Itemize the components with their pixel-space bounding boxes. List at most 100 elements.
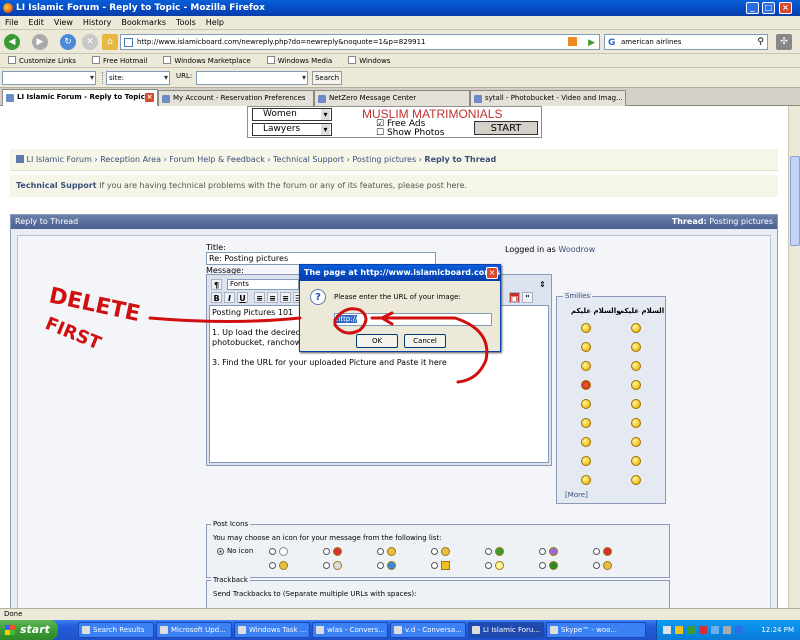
icon-radio[interactable]	[377, 562, 384, 569]
network-icon[interactable]	[735, 626, 743, 634]
menu-help[interactable]: Help	[201, 16, 229, 30]
icon-radio[interactable]	[539, 548, 546, 555]
align-center-icon[interactable]: ≡	[267, 292, 278, 303]
forum-home-icon[interactable]	[16, 155, 24, 163]
cancel-button[interactable]: Cancel	[404, 334, 446, 348]
url-combo[interactable]	[196, 71, 308, 85]
icon-radio[interactable]	[593, 562, 600, 569]
link-windows-media[interactable]: Windows Media	[259, 54, 341, 68]
smiley-icon[interactable]	[631, 380, 641, 390]
menu-history[interactable]: History	[78, 16, 116, 30]
dialog-close-icon[interactable]: ×	[486, 267, 498, 279]
smiley-icon[interactable]	[631, 475, 641, 485]
maximize-button[interactable]: □	[762, 2, 775, 14]
taskbar-item[interactable]: Microsoft Upd...	[156, 622, 232, 638]
search-input[interactable]: G american airlines ⚲	[604, 34, 768, 50]
image-url-input[interactable]: http://	[334, 313, 492, 326]
banner-check-photos[interactable]: ☐ Show Photos	[376, 128, 444, 138]
icon-radio[interactable]	[323, 548, 330, 555]
ok-button[interactable]: OK	[356, 334, 398, 348]
tray-icon[interactable]	[675, 626, 683, 634]
icon-radio[interactable]	[431, 548, 438, 555]
smiley-icon[interactable]	[631, 456, 641, 466]
taskbar-item-active[interactable]: LI Islamic Foru...	[468, 622, 544, 638]
smiley-icon[interactable]	[581, 475, 591, 485]
icon-radio[interactable]	[269, 562, 276, 569]
align-right-icon[interactable]: ≡	[280, 292, 291, 303]
link-marketplace[interactable]: Windows Marketplace	[155, 54, 258, 68]
smiley-icon[interactable]	[631, 399, 641, 409]
taskbar-item[interactable]: v.d - Conversa...	[390, 622, 466, 638]
tray-icon[interactable]	[711, 626, 719, 634]
underline-button[interactable]: U	[237, 292, 248, 303]
smiley-icon[interactable]	[581, 361, 591, 371]
back-arrow-icon[interactable]: ◀	[4, 34, 20, 50]
tab-my-account[interactable]: My Account - Reservation Preferences	[158, 90, 314, 106]
reload-icon[interactable]: ↻	[60, 34, 76, 50]
smiley-icon[interactable]	[631, 342, 641, 352]
banner-select-profession[interactable]: Lawyers	[252, 123, 332, 136]
no-icon-radio[interactable]	[217, 548, 224, 555]
menu-edit[interactable]: Edit	[23, 16, 49, 30]
menu-view[interactable]: View	[49, 16, 78, 30]
home-icon[interactable]: ⌂	[102, 34, 118, 50]
taskbar-item[interactable]: Skype™ - woo...	[546, 622, 646, 638]
icon-radio[interactable]	[539, 562, 546, 569]
go-arrow-icon[interactable]: ▶	[588, 36, 595, 50]
smiley-icon[interactable]	[631, 418, 641, 428]
icon-radio[interactable]	[323, 562, 330, 569]
tray-icon[interactable]	[687, 626, 695, 634]
tray-icon[interactable]	[699, 626, 707, 634]
site-combo[interactable]: site:	[106, 71, 170, 85]
italic-button[interactable]: I	[224, 292, 235, 303]
banner-start-button[interactable]: START	[474, 121, 538, 135]
quote-icon[interactable]: "	[522, 292, 533, 303]
taskbar-item[interactable]: Windows Task ...	[234, 622, 310, 638]
crumb-home[interactable]: LI Islamic Forum	[27, 155, 92, 164]
username-link[interactable]: Woodrow	[558, 245, 595, 254]
tab-close-icon[interactable]: ×	[145, 93, 154, 102]
menu-tools[interactable]: Tools	[171, 16, 201, 30]
tab-netzero[interactable]: NetZero Message Center	[314, 90, 470, 106]
banner-select-gender[interactable]: Women	[252, 108, 332, 121]
smiley-icon[interactable]	[581, 437, 591, 447]
angry-smiley-icon[interactable]	[581, 380, 591, 390]
speaker-icon[interactable]	[723, 626, 731, 634]
toolbar-search-button[interactable]: Search	[312, 71, 342, 85]
bold-button[interactable]: B	[211, 292, 222, 303]
tab-islamic-forum[interactable]: LI Islamic Forum - Reply to Topic ×	[2, 89, 158, 106]
forward-arrow-icon[interactable]: ▶	[32, 34, 48, 50]
smiley-icon[interactable]	[581, 399, 591, 409]
search-icon[interactable]: ⚲	[757, 35, 764, 49]
crumb-thread[interactable]: Posting pictures	[352, 155, 416, 164]
icon-radio[interactable]	[269, 548, 276, 555]
insert-image-icon[interactable]: ▣	[509, 292, 520, 303]
link-hotmail[interactable]: Free Hotmail	[84, 54, 155, 68]
toolbar-combo-1[interactable]	[2, 71, 96, 85]
more-smilies-link[interactable]: [More]	[565, 491, 588, 499]
crumb-help[interactable]: Forum Help & Feedback	[169, 155, 265, 164]
format-icon[interactable]: ¶	[211, 279, 222, 290]
crumb-reception[interactable]: Reception Area	[100, 155, 161, 164]
crumb-tech-support[interactable]: Technical Support	[273, 155, 344, 164]
taskbar-item[interactable]: wlas - Convers...	[312, 622, 388, 638]
icon-radio[interactable]	[593, 548, 600, 555]
icon-radio[interactable]	[377, 548, 384, 555]
icon-radio[interactable]	[485, 562, 492, 569]
puzzle-icon[interactable]: ✣	[776, 34, 792, 50]
icon-radio[interactable]	[485, 548, 492, 555]
thumbs-up-icon[interactable]	[581, 342, 591, 352]
scrollbar-thumb[interactable]	[790, 156, 800, 246]
align-left-icon[interactable]: ≡	[254, 292, 265, 303]
stop-icon[interactable]: ✕	[82, 34, 98, 50]
rss-icon[interactable]	[568, 37, 577, 46]
smiley-icon[interactable]	[581, 323, 591, 333]
minimize-button[interactable]: _	[746, 2, 759, 14]
start-button[interactable]: start	[0, 620, 58, 640]
close-button[interactable]: ×	[779, 2, 792, 14]
tab-photobucket[interactable]: sytall - Photobucket - Video and Imag...	[470, 90, 626, 106]
matrimonial-banner-ad[interactable]: Women Lawyers MUSLIM MATRIMONIALS ☑ Free…	[247, 106, 542, 138]
link-customize[interactable]: Customize Links	[0, 54, 84, 68]
link-windows[interactable]: Windows	[340, 54, 398, 68]
resize-icon[interactable]: ⇕	[537, 279, 548, 290]
